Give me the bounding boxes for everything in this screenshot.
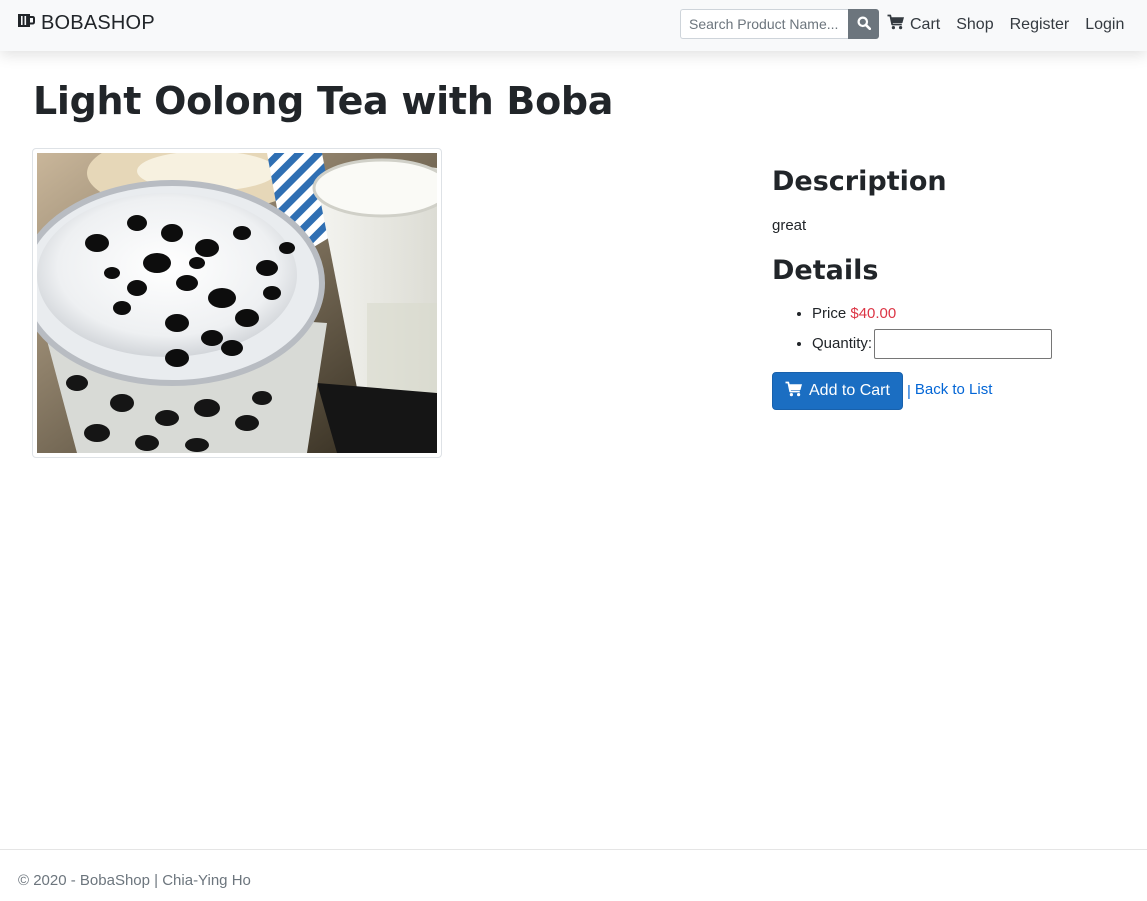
footer-text: © 2020 - BobaShop | Chia-Ying Ho [18,872,251,889]
search-input[interactable] [680,9,848,39]
back-to-list-link[interactable]: Back to List [915,381,993,398]
quantity-label: Quantity: [812,335,873,352]
quantity-input[interactable] [874,329,1053,359]
product-image-frame [32,148,442,458]
nav-shop-link[interactable]: Shop [956,16,993,34]
product-image [37,153,437,453]
product-actions: Add to Cart | Back to List [772,372,992,410]
description-heading: Description [772,166,947,197]
navbar: BOBASHOP Cart Shop [0,0,1147,51]
nav-login-link[interactable]: Login [1085,16,1124,34]
add-to-cart-label: Add to Cart [809,382,890,399]
search-icon [857,16,871,33]
nav-links: Cart Shop Register Login [887,14,1124,35]
page-title: Light Oolong Tea with Boba [33,79,614,123]
nav-cart-label: Cart [910,15,941,33]
search-form [680,9,879,39]
quantity-item: Quantity: [812,329,1053,359]
search-button[interactable] [848,9,879,39]
price-label: Price [812,305,847,322]
description-text: great [772,217,807,234]
boba-cup-icon [17,13,35,34]
nav-cart-link[interactable]: Cart [887,14,940,35]
cart-icon [887,14,905,35]
add-to-cart-button[interactable]: Add to Cart [772,372,903,410]
price-value: $40.00 [850,305,897,322]
action-separator: | [906,382,911,400]
brand-link[interactable]: BOBASHOP [17,11,155,35]
nav-register-link[interactable]: Register [1010,16,1070,34]
price-item: Price $40.00 [812,304,1052,331]
details-list: Price $40.00 Quantity: [793,304,1053,359]
cart-icon [785,381,803,402]
footer: © 2020 - BobaShop | Chia-Ying Ho [0,849,1147,901]
details-heading: Details [772,255,879,286]
brand-name: BOBASHOP [41,11,155,34]
